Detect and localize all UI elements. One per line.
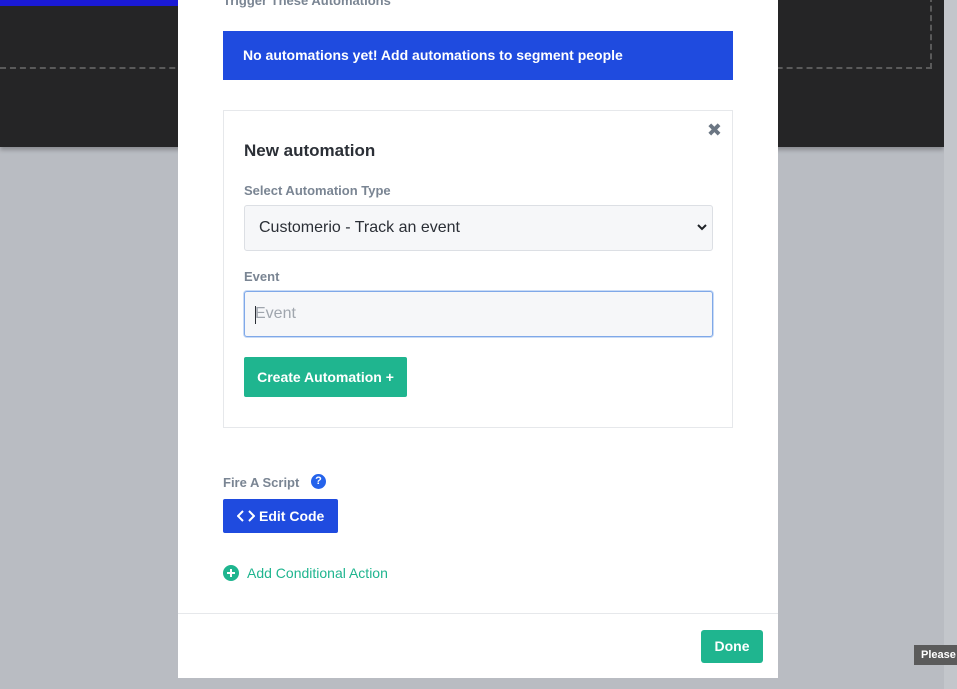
- edit-code-label: Edit Code: [259, 508, 325, 524]
- background-blue-strip: [0, 0, 178, 6]
- automation-type-select[interactable]: Customerio - Track an event: [244, 205, 713, 251]
- edit-code-button[interactable]: Edit Code: [223, 499, 338, 533]
- modal-footer: Done: [178, 613, 778, 678]
- add-conditional-action-label: Add Conditional Action: [247, 565, 388, 581]
- new-automation-card: ✖ New automation Select Automation Type …: [223, 110, 733, 428]
- plus-circle-icon: [223, 565, 239, 581]
- feedback-tab[interactable]: Please: [914, 645, 957, 665]
- background-right-strip: [944, 0, 957, 689]
- automation-type-value: Customerio - Track an event: [259, 219, 460, 236]
- create-automation-button[interactable]: Create Automation +: [244, 357, 407, 397]
- close-icon[interactable]: ✖: [707, 120, 722, 140]
- done-button[interactable]: Done: [701, 630, 763, 663]
- automation-type-label: Select Automation Type: [244, 183, 391, 198]
- text-caret: [255, 306, 256, 324]
- chevron-down-icon: [697, 224, 707, 231]
- automation-modal: Trigger These Automations No automations…: [178, 0, 778, 678]
- fire-script-label: Fire A Script: [223, 475, 300, 490]
- event-input[interactable]: [244, 291, 713, 337]
- new-automation-title: New automation: [244, 141, 376, 160]
- event-label: Event: [244, 269, 280, 284]
- section-heading: Trigger These Automations: [223, 0, 391, 8]
- code-icon: [237, 510, 255, 522]
- empty-automations-banner: No automations yet! Add automations to s…: [223, 31, 733, 80]
- question-circle-icon[interactable]: ?: [311, 474, 326, 489]
